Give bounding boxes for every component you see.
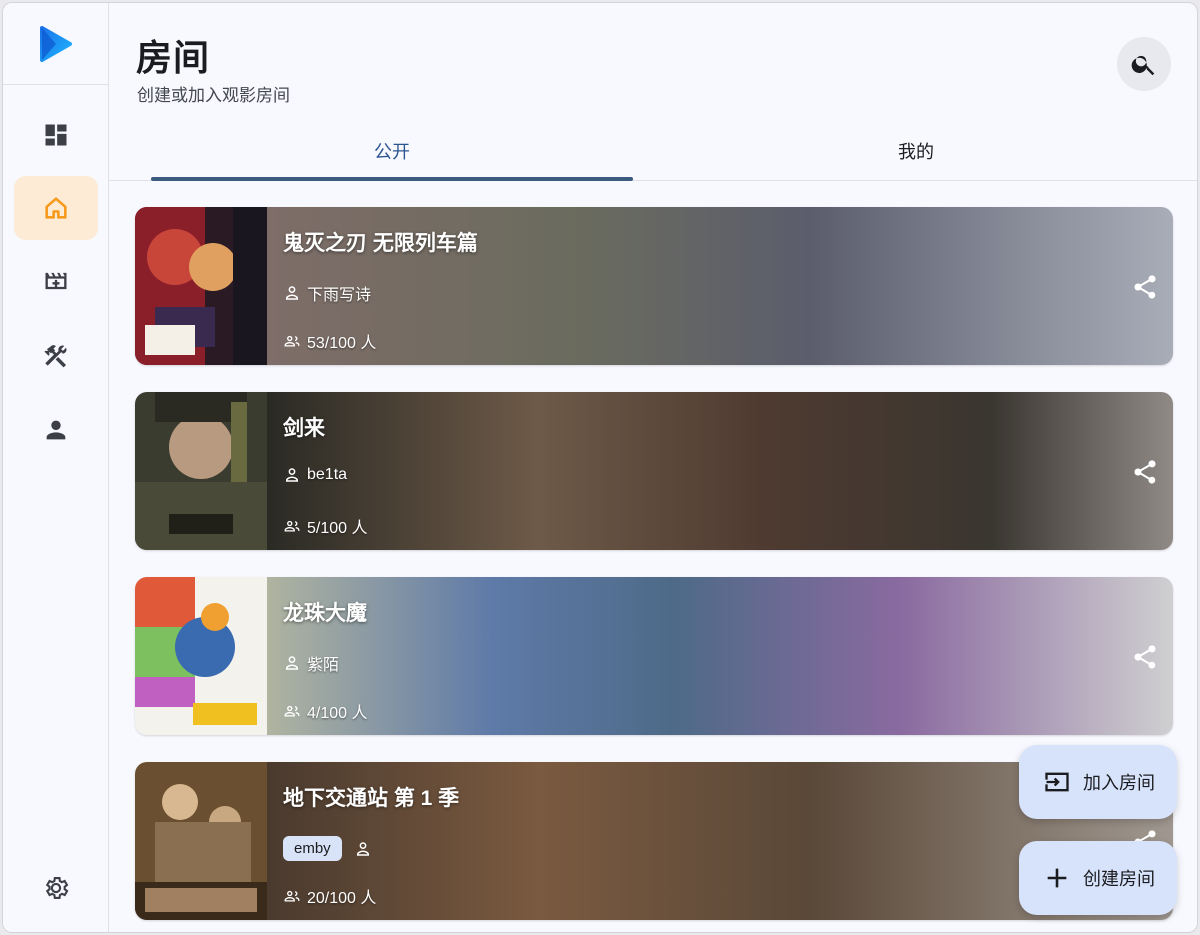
page-subtitle: 创建或加入观影房间 (137, 86, 290, 105)
person-icon (46, 420, 66, 440)
room-card[interactable]: 地下交通站 第 1 季 emby 20/100 人 (135, 762, 1173, 920)
room-name: 鬼灭之刃 无限列车篇 (283, 232, 478, 255)
group-icon (284, 335, 300, 347)
tab-public[interactable]: 公开 (151, 123, 633, 179)
search-button[interactable] (1117, 37, 1171, 91)
person-outline-icon (286, 656, 298, 670)
group-icon (284, 890, 300, 902)
nav-home[interactable] (14, 176, 98, 240)
room-poster-image (135, 762, 267, 920)
nav-profile[interactable] (14, 398, 98, 462)
room-count-text: 53/100 人 (307, 335, 377, 352)
source-tag: emby (283, 836, 342, 861)
room-member-count: 5/100 人 (283, 514, 368, 538)
nav-movies[interactable] (14, 249, 98, 313)
movie-add-icon (45, 272, 67, 290)
room-member-count: 20/100 人 (283, 884, 376, 908)
room-owner: 紫陌 (283, 651, 339, 675)
join-room-button[interactable]: 加入房间 (1019, 745, 1177, 819)
room-owner: 下雨写诗 (283, 281, 371, 305)
room-card[interactable]: 龙珠大魔 紫陌 4/100 人 (135, 577, 1173, 735)
person-outline-icon (286, 286, 298, 300)
room-owner-name: 下雨写诗 (307, 287, 372, 304)
room-name: 地下交通站 第 1 季 (283, 787, 460, 810)
room-backdrop (267, 577, 1173, 735)
search-icon (1131, 55, 1155, 76)
share-icon[interactable] (1131, 643, 1159, 671)
room-owner: emby (283, 836, 378, 861)
navigation-rail (3, 3, 109, 932)
join-room-label: 加入房间 (1083, 773, 1155, 793)
room-owner-name: be1ta (307, 466, 348, 483)
room-count-text: 5/100 人 (307, 520, 368, 537)
page-title: 房间 (136, 37, 211, 78)
room-member-count: 53/100 人 (283, 329, 376, 353)
room-owner: be1ta (283, 466, 347, 484)
room-poster-image (135, 207, 267, 365)
room-poster-image (135, 577, 267, 735)
tab-indicator (151, 177, 633, 181)
logo-area (3, 3, 108, 85)
share-icon[interactable] (1131, 458, 1159, 486)
group-icon (284, 520, 300, 532)
room-count-text: 4/100 人 (307, 705, 368, 722)
room-owner-name: 紫陌 (307, 657, 340, 674)
tools-icon (44, 345, 67, 368)
person-outline-icon (286, 468, 298, 482)
room-count-text: 20/100 人 (307, 890, 377, 907)
room-poster-image (135, 392, 267, 550)
app-logo-icon (40, 26, 72, 62)
room-backdrop (267, 392, 1173, 550)
login-icon (1045, 772, 1069, 792)
settings-icon (45, 877, 69, 899)
nav-settings[interactable] (14, 856, 98, 920)
room-member-count: 4/100 人 (283, 699, 368, 723)
person-outline-icon (356, 841, 369, 856)
share-icon[interactable] (1131, 273, 1159, 301)
page-header: 房间 创建或加入观影房间 公开 我的 (109, 3, 1197, 181)
home-icon (45, 197, 67, 219)
create-room-label: 创建房间 (1083, 869, 1155, 889)
room-name: 剑来 (283, 417, 325, 440)
room-name: 龙珠大魔 (283, 602, 367, 625)
nav-dashboard[interactable] (14, 103, 98, 167)
create-room-button[interactable]: 创建房间 (1019, 841, 1177, 915)
nav-tools[interactable] (14, 324, 98, 388)
tab-mine[interactable]: 我的 (675, 123, 1157, 179)
group-icon (284, 705, 300, 717)
dashboard-icon (45, 124, 67, 146)
app-window: 房间 创建或加入观影房间 公开 我的 鬼灭之刃 无限列车篇 下雨写诗 53/10… (2, 2, 1198, 933)
room-card[interactable]: 鬼灭之刃 无限列车篇 下雨写诗 53/100 人 (135, 207, 1173, 365)
room-card[interactable]: 剑来 be1ta 5/100 人 (135, 392, 1173, 550)
plus-icon (1047, 868, 1067, 888)
